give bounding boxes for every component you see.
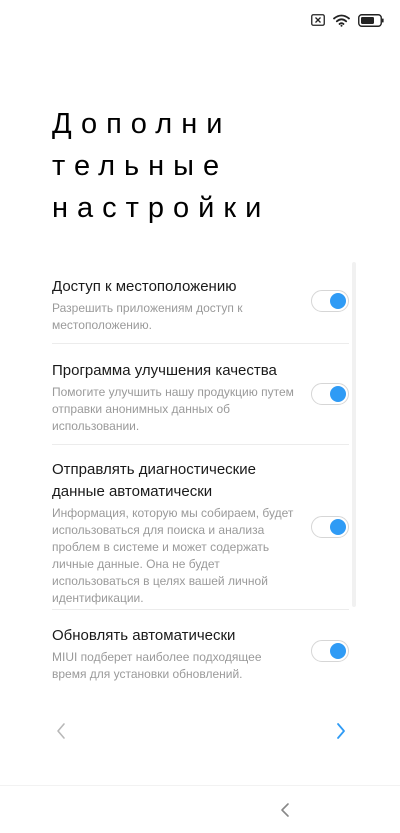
setting-description: Разрешить приложениям доступ к местополо… xyxy=(52,301,243,332)
status-bar xyxy=(311,10,384,30)
setting-title: Отправлять диагностические данные автома… xyxy=(52,461,256,500)
divider xyxy=(52,444,349,445)
chevron-right-icon xyxy=(337,723,345,739)
scroll-indicator[interactable] xyxy=(352,262,356,607)
previous-button[interactable] xyxy=(52,720,70,742)
auto-update-toggle[interactable] xyxy=(311,640,349,662)
toggle-knob xyxy=(330,293,346,309)
quality-program-toggle[interactable] xyxy=(311,383,349,405)
setting-location-access[interactable]: Доступ к местоположению Разрешить прилож… xyxy=(52,276,349,334)
setting-description: Помогите улучшить нашу продукцию путем о… xyxy=(52,385,294,433)
setting-auto-update[interactable]: Обновлять автоматически MIUI подберет на… xyxy=(52,625,349,683)
location-access-toggle[interactable] xyxy=(311,290,349,312)
back-icon xyxy=(281,803,289,817)
setting-quality-program[interactable]: Программа улучшения качества Помогите ул… xyxy=(52,360,349,435)
next-button[interactable] xyxy=(332,720,350,742)
divider xyxy=(52,609,349,610)
page-title: Дополни тельные настройки xyxy=(52,103,352,229)
no-sim-icon xyxy=(311,14,325,26)
setting-description: MIUI подберет наиболее подходящее время … xyxy=(52,650,262,681)
diagnostics-toggle[interactable] xyxy=(311,516,349,538)
system-navigation-bar xyxy=(0,785,400,833)
setting-title: Обновлять автоматически xyxy=(52,627,236,644)
toggle-knob xyxy=(330,386,346,402)
chevron-left-icon xyxy=(57,723,65,739)
battery-icon xyxy=(358,13,384,27)
toggle-knob xyxy=(330,643,346,659)
wifi-icon xyxy=(333,14,350,27)
setting-title: Доступ к местоположению xyxy=(52,278,237,295)
setting-description: Информация, которую мы собираем, будет и… xyxy=(52,506,294,605)
system-back-button[interactable] xyxy=(278,801,292,819)
setting-title: Программа улучшения качества xyxy=(52,362,277,379)
toggle-knob xyxy=(330,519,346,535)
divider xyxy=(52,343,349,344)
page-title-line-2: тельные xyxy=(52,150,229,182)
page-title-line-3: настройки xyxy=(52,192,271,224)
page-title-line-1: Дополни xyxy=(52,108,232,140)
setting-diagnostics[interactable]: Отправлять диагностические данные автома… xyxy=(52,459,349,607)
